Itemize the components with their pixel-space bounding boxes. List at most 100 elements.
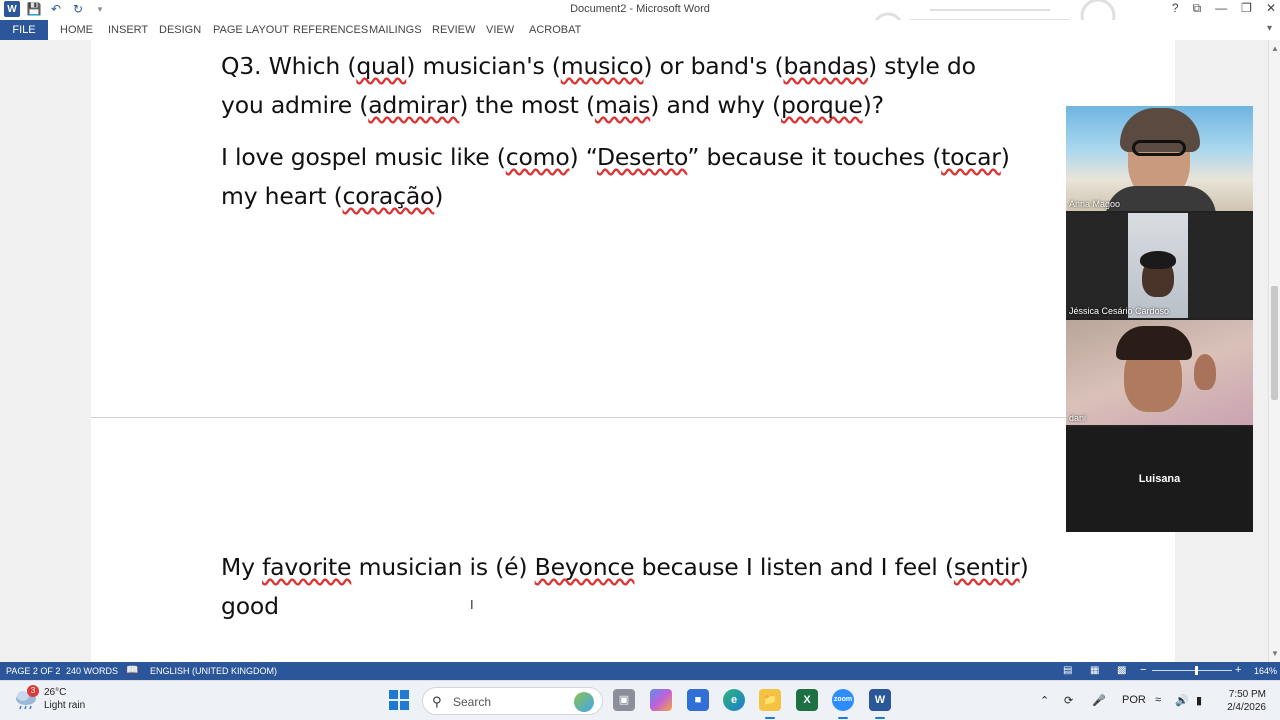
zoom-slider-thumb[interactable] bbox=[1195, 666, 1198, 675]
task-view-icon[interactable]: ▣ bbox=[613, 689, 635, 711]
spell-error-word[interactable]: favorite bbox=[262, 553, 351, 581]
text-run: Q3. Which ( bbox=[221, 52, 357, 80]
tab-home[interactable]: HOME bbox=[60, 20, 93, 40]
spell-error-word[interactable]: musico bbox=[561, 52, 644, 80]
text-run: you admire ( bbox=[221, 91, 369, 119]
vertical-scrollbar[interactable]: ▲ ▼ bbox=[1268, 40, 1280, 662]
spell-error-word[interactable]: tocar bbox=[941, 143, 1001, 171]
search-placeholder: Search bbox=[453, 695, 492, 709]
tab-acrobat[interactable]: ACROBAT bbox=[529, 20, 581, 40]
spell-error-word[interactable]: mais bbox=[595, 91, 650, 119]
windows-start-icon[interactable] bbox=[389, 690, 409, 710]
show-hidden-icons-chevron-icon[interactable]: ⌃ bbox=[1040, 694, 1049, 707]
minimize-icon[interactable]: — bbox=[1215, 1, 1227, 16]
customize-qat-icon[interactable]: ▾ bbox=[92, 1, 108, 17]
quick-access-toolbar: W 💾 ↶ ↻ ▾ bbox=[4, 1, 108, 17]
tab-references[interactable]: REFERENCES bbox=[293, 20, 368, 40]
sync-icon[interactable]: ⟳ bbox=[1064, 694, 1073, 707]
tab-review[interactable]: REVIEW bbox=[432, 20, 475, 40]
spell-error-word[interactable]: como bbox=[506, 143, 570, 171]
video-tile[interactable]: Luisana bbox=[1066, 427, 1253, 532]
tab-page-layout[interactable]: PAGE LAYOUT bbox=[213, 20, 289, 40]
text-run: musician is (é) bbox=[351, 553, 535, 581]
answer2-line-1: My favorite musician is (é) Beyonce beca… bbox=[221, 548, 1029, 587]
tab-insert[interactable]: INSERT bbox=[108, 20, 148, 40]
weather-badge: 3 bbox=[27, 685, 39, 697]
volume-icon[interactable]: 🔊 bbox=[1175, 694, 1189, 707]
text-run: ) and why ( bbox=[650, 91, 781, 119]
scroll-thumb[interactable] bbox=[1271, 286, 1278, 400]
battery-icon[interactable]: ▮ bbox=[1196, 694, 1202, 707]
ribbon-expand-icon[interactable]: ▾ bbox=[1267, 23, 1272, 34]
text-run: My bbox=[221, 553, 263, 581]
tab-view[interactable]: VIEW bbox=[486, 20, 514, 40]
status-bar: PAGE 2 OF 2 240 WORDS 📖 ENGLISH (UNITED … bbox=[0, 662, 1280, 680]
text-cursor: I bbox=[470, 597, 474, 612]
video-tile[interactable]: Anna Magoo bbox=[1066, 106, 1253, 211]
tab-file[interactable]: FILE bbox=[0, 20, 48, 40]
file-explorer-icon[interactable]: 📁 bbox=[759, 689, 781, 711]
spell-error-word[interactable]: porque bbox=[781, 91, 863, 119]
spell-error-word[interactable]: qual bbox=[356, 52, 406, 80]
cloud-rain-icon: 3 bbox=[14, 685, 39, 711]
text-run: ) musician's ( bbox=[406, 52, 561, 80]
tab-design[interactable]: DESIGN bbox=[159, 20, 201, 40]
spell-error-word[interactable]: admirar bbox=[368, 91, 459, 119]
zoom-active-indicator bbox=[838, 717, 848, 719]
participant-body bbox=[1106, 186, 1216, 211]
page-count[interactable]: PAGE 2 OF 2 bbox=[6, 666, 60, 676]
wifi-icon[interactable]: ≈ bbox=[1155, 694, 1161, 706]
spell-error-word[interactable]: Deserto bbox=[597, 143, 687, 171]
edge-browser-icon[interactable]: e bbox=[723, 689, 745, 711]
zoom-in-icon[interactable]: + bbox=[1235, 664, 1241, 676]
system-clock[interactable]: 7:50 PM 2/4/2026 bbox=[1216, 688, 1266, 714]
zoom-level[interactable]: 164% bbox=[1254, 666, 1277, 676]
word-window: W 💾 ↶ ↻ ▾ Document2 - Microsoft Word ? ⧉… bbox=[0, 0, 1280, 720]
language-indicator[interactable]: ENGLISH (UNITED KINGDOM) bbox=[150, 666, 277, 676]
text-run: ) bbox=[1000, 143, 1010, 171]
copilot-icon[interactable] bbox=[650, 689, 672, 711]
spell-error-word[interactable]: coração bbox=[343, 182, 435, 210]
scroll-down-icon[interactable]: ▼ bbox=[1271, 649, 1279, 658]
save-icon[interactable]: 💾 bbox=[26, 1, 42, 17]
participant-name-center: Luisana bbox=[1138, 473, 1181, 485]
word-taskbar-icon[interactable]: W bbox=[869, 689, 891, 711]
web-layout-icon[interactable]: ▩ bbox=[1117, 665, 1126, 676]
zoom-out-icon[interactable]: − bbox=[1140, 664, 1146, 676]
microsoft-store-icon[interactable]: ■ bbox=[687, 689, 709, 711]
clock-time: 7:50 PM bbox=[1228, 689, 1266, 700]
text-run: ) or band's ( bbox=[643, 52, 784, 80]
word-app-icon[interactable]: W bbox=[4, 1, 20, 17]
redo-icon[interactable]: ↻ bbox=[70, 1, 86, 17]
word-count[interactable]: 240 WORDS bbox=[66, 666, 118, 676]
spell-error-word[interactable]: Beyonce bbox=[535, 553, 635, 581]
video-tile[interactable]: Jéssica Cesário Cardoso bbox=[1066, 213, 1253, 318]
spell-error-word[interactable]: sentir bbox=[954, 553, 1020, 581]
weather-widget[interactable]: 3 26°C Light rain bbox=[14, 685, 85, 712]
close-icon[interactable]: ✕ bbox=[1266, 1, 1276, 16]
help-icon[interactable]: ? bbox=[1172, 1, 1179, 16]
windows-taskbar: 3 26°C Light rain ⚲ Search ▣ ■ e 📁 X zoo… bbox=[0, 680, 1280, 720]
print-layout-icon[interactable]: ▦ bbox=[1090, 665, 1099, 676]
ribbon-display-icon[interactable]: ⧉ bbox=[1193, 1, 1202, 16]
microphone-icon[interactable]: 🎤 bbox=[1092, 694, 1106, 707]
tab-mailings[interactable]: MAILINGS bbox=[369, 20, 422, 40]
page-1[interactable]: Q3. Which (qual) musician's (musico) or … bbox=[91, 40, 1175, 417]
question-line-2: you admire (admirar) the most (mais) and… bbox=[221, 86, 884, 125]
input-language[interactable]: POR bbox=[1122, 694, 1146, 706]
zoom-app-icon[interactable]: zoom bbox=[832, 689, 854, 711]
spell-error-word[interactable]: bandas bbox=[783, 52, 868, 80]
zoom-slider[interactable] bbox=[1152, 670, 1232, 671]
taskbar-search[interactable]: ⚲ Search bbox=[422, 687, 603, 715]
proofing-icon[interactable]: 📖 bbox=[126, 665, 138, 676]
text-run: because I listen and I feel ( bbox=[634, 553, 954, 581]
glasses-icon bbox=[1132, 140, 1186, 156]
excel-icon[interactable]: X bbox=[796, 689, 818, 711]
text-run: ) bbox=[434, 182, 444, 210]
scroll-up-icon[interactable]: ▲ bbox=[1271, 44, 1279, 53]
undo-icon[interactable]: ↶ bbox=[48, 1, 64, 17]
read-mode-icon[interactable]: ▤ bbox=[1063, 665, 1072, 676]
page-2[interactable]: My favorite musician is (é) Beyonce beca… bbox=[91, 418, 1175, 662]
restore-icon[interactable]: ❐ bbox=[1241, 1, 1252, 16]
video-tile[interactable]: dani bbox=[1066, 320, 1253, 425]
